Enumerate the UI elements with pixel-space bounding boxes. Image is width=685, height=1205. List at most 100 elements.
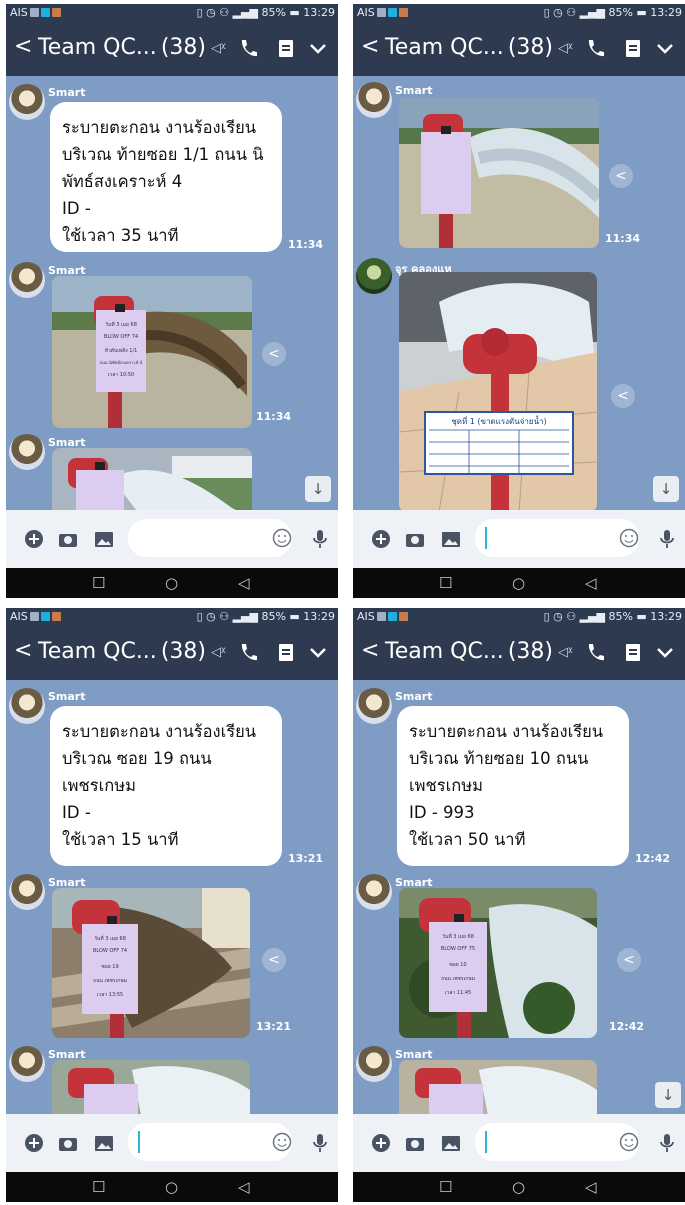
microphone-icon[interactable] — [657, 529, 677, 549]
chevron-down-icon[interactable] — [655, 641, 675, 663]
message-input[interactable] — [475, 519, 639, 557]
image-icon[interactable] — [94, 1133, 114, 1153]
hydrant-photo — [399, 98, 599, 248]
avatar[interactable] — [356, 82, 392, 118]
add-icon[interactable] — [371, 529, 391, 549]
add-icon[interactable] — [371, 1133, 391, 1153]
recents-button[interactable]: ☐ — [439, 574, 452, 592]
notes-icon[interactable] — [276, 37, 296, 59]
add-icon[interactable] — [24, 529, 44, 549]
add-icon[interactable] — [24, 1133, 44, 1153]
emoji-icon[interactable] — [619, 528, 639, 548]
emoji-icon[interactable] — [272, 1132, 292, 1152]
back-button[interactable]: ◁ — [238, 574, 250, 592]
share-icon[interactable]: < — [611, 384, 635, 408]
microphone-icon[interactable] — [310, 1133, 330, 1153]
home-button[interactable]: ○ — [165, 1178, 178, 1196]
emoji-icon[interactable] — [619, 1132, 639, 1152]
microphone-icon[interactable] — [310, 529, 330, 549]
phone-icon[interactable] — [585, 37, 605, 59]
image-icon[interactable] — [94, 529, 114, 549]
hydrant-photo: ชุดที่ 1 (ขาดแรงดันจ่ายน้ำ) — [399, 272, 597, 510]
microphone-icon[interactable] — [657, 1133, 677, 1153]
android-nav-bar: ☐ ○ ◁ — [6, 1172, 338, 1202]
camera-icon[interactable] — [405, 529, 425, 549]
phone-icon[interactable] — [238, 641, 258, 663]
recents-button[interactable]: ☐ — [92, 574, 105, 592]
avatar[interactable] — [356, 1046, 392, 1082]
message-input-bar — [353, 510, 685, 568]
back-icon[interactable]: < — [14, 638, 32, 663]
sign-text: ถนน นิพัทธ์สงเคราะห์ 4 — [100, 360, 143, 365]
status-right: ▯ ◷ ⚇ ▂▄▆ 85% ▬ 13:29 — [543, 6, 682, 19]
photo-message[interactable] — [399, 98, 599, 248]
notes-icon[interactable] — [623, 641, 643, 663]
camera-icon[interactable] — [58, 529, 78, 549]
message-bubble[interactable]: ระบายตะกอน งานร้องเรียน บริเวณ ท้ายซอย 1… — [397, 706, 629, 866]
phone-icon[interactable] — [585, 641, 605, 663]
avatar[interactable] — [356, 258, 392, 294]
chat-screen-4: AIS ▯ ◷ ⚇ ▂▄▆ 85% ▬ 13:29 < Team QC... (3… — [353, 608, 685, 1202]
message-bubble[interactable]: ระบายตะกอน งานร้องเรียน บริเวณ ท้ายซอย 1… — [50, 102, 282, 252]
carrier-label: AIS — [357, 610, 408, 623]
photo-message[interactable] — [399, 1060, 597, 1114]
back-icon[interactable]: < — [14, 34, 32, 59]
camera-icon[interactable] — [405, 1133, 425, 1153]
home-button[interactable]: ○ — [165, 574, 178, 592]
camera-icon[interactable] — [58, 1133, 78, 1153]
hydrant-photo: วันที่ 3 เมย 68 BLOW OFF 74 ซอย 19 ถนน เ… — [52, 888, 250, 1038]
back-button[interactable]: ◁ — [238, 1178, 250, 1196]
photo-message[interactable] — [52, 448, 252, 510]
avatar[interactable] — [9, 434, 45, 470]
avatar[interactable] — [356, 874, 392, 910]
share-icon[interactable]: < — [262, 948, 286, 972]
text-cursor — [485, 527, 487, 549]
chevron-down-icon[interactable] — [308, 37, 328, 59]
avatar[interactable] — [9, 1046, 45, 1082]
home-button[interactable]: ○ — [512, 1178, 525, 1196]
photo-message[interactable]: ชุดที่ 1 (ขาดแรงดันจ่ายน้ำ) — [399, 272, 597, 510]
sign-text: หัวดับเพลิง 1/1 — [105, 347, 138, 354]
message-bubble[interactable]: ระบายตะกอน งานร้องเรียน บริเวณ ซอย 19 ถน… — [50, 706, 282, 866]
back-icon[interactable]: < — [361, 638, 379, 663]
image-icon[interactable] — [441, 1133, 461, 1153]
phone-icon[interactable] — [238, 37, 258, 59]
scroll-down-button[interactable]: ↓ — [653, 476, 679, 502]
message-input[interactable] — [475, 1123, 639, 1161]
message-input-bar — [353, 1114, 685, 1172]
back-button[interactable]: ◁ — [585, 574, 597, 592]
avatar[interactable] — [9, 262, 45, 298]
notes-icon[interactable] — [623, 37, 643, 59]
home-button[interactable]: ○ — [512, 574, 525, 592]
back-icon[interactable]: < — [361, 34, 379, 59]
message-list[interactable]: Smart ระบายตะกอน งานร้องเรียน บริเวณ ท้า… — [6, 76, 338, 510]
image-icon[interactable] — [441, 529, 461, 549]
photo-message[interactable]: วันที่ 3 เมย 68 BLOW OFF 74 ซอย 19 ถนน เ… — [52, 888, 250, 1038]
message-list[interactable]: Smart ระบายตะกอน งานร้องเรียน บริเวณ ซอย… — [6, 680, 338, 1114]
notes-icon[interactable] — [276, 641, 296, 663]
chevron-down-icon[interactable] — [655, 37, 675, 59]
message-input[interactable] — [128, 519, 292, 557]
photo-message[interactable] — [52, 1060, 250, 1114]
avatar[interactable] — [356, 688, 392, 724]
back-button[interactable]: ◁ — [585, 1178, 597, 1196]
avatar[interactable] — [9, 688, 45, 724]
scroll-down-button[interactable]: ↓ — [305, 476, 331, 502]
share-icon[interactable]: < — [617, 948, 641, 972]
sign-text: วันที่ 3 เมย 68 — [105, 321, 137, 328]
recents-button[interactable]: ☐ — [439, 1178, 452, 1196]
recents-button[interactable]: ☐ — [92, 1178, 105, 1196]
avatar[interactable] — [9, 874, 45, 910]
photo-message[interactable]: วันที่ 3 เมย 68 BLOW OFF 75 ซอย 10 ถนน เ… — [399, 888, 597, 1038]
photo-message[interactable]: วันที่ 3 เมย 68 BLOW OFF 74 หัวดับเพลิง … — [52, 276, 252, 428]
chevron-down-icon[interactable] — [308, 641, 328, 663]
hydrant-photo — [52, 448, 252, 510]
message-list[interactable]: Smart ระบายตะกอน งานร้องเรียน บริเวณ ท้า… — [353, 680, 685, 1114]
emoji-icon[interactable] — [272, 528, 292, 548]
share-icon[interactable]: < — [262, 342, 286, 366]
message-input[interactable] — [128, 1123, 292, 1161]
avatar[interactable] — [9, 84, 45, 120]
share-icon[interactable]: < — [609, 164, 633, 188]
scroll-down-button[interactable]: ↓ — [655, 1082, 681, 1108]
message-list[interactable]: Smart < 11:34 จุร คลองแห ชุดที่ 1 (ขาดแร… — [353, 76, 685, 510]
